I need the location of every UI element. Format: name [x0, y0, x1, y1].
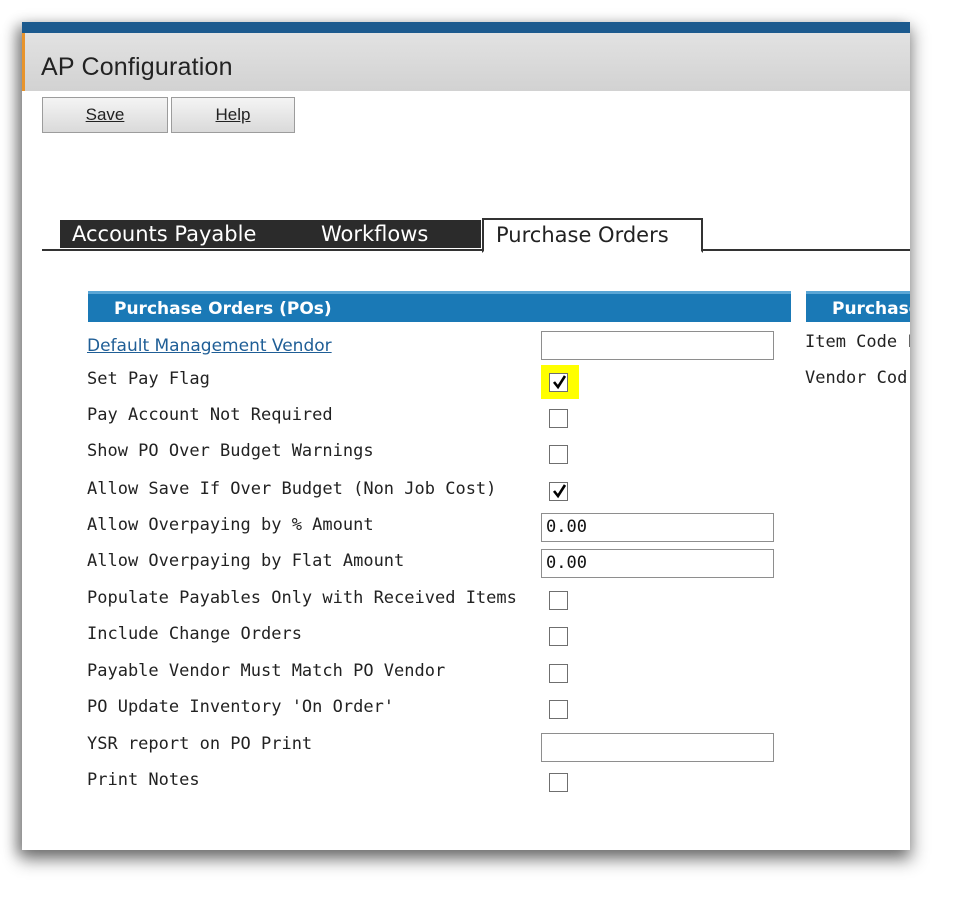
- include-change-orders-label: Include Change Orders: [87, 624, 302, 644]
- allow-save-over-budget-checkbox[interactable]: [549, 482, 568, 501]
- default-management-vendor-field[interactable]: [541, 331, 774, 360]
- allow-save-over-budget-label: Allow Save If Over Budget (Non Job Cost): [87, 479, 497, 499]
- checkmark-icon: [552, 484, 567, 499]
- tab-purchase-orders[interactable]: Purchase Orders: [482, 218, 703, 253]
- po-update-inventory-label: PO Update Inventory 'On Order': [87, 697, 395, 717]
- vendor-code-label: Vendor Cod: [805, 368, 908, 388]
- tab-accounts-payable[interactable]: Accounts Payable: [60, 220, 312, 248]
- item-code-label: Item Code F: [805, 332, 910, 352]
- window-top-bar: [22, 22, 910, 33]
- populate-payables-label: Populate Payables Only with Received Ite…: [87, 588, 517, 608]
- print-notes-label: Print Notes: [87, 770, 200, 790]
- pay-account-not-required-label: Pay Account Not Required: [87, 405, 333, 425]
- show-po-over-budget-warnings-label: Show PO Over Budget Warnings: [87, 441, 374, 461]
- populate-payables-checkbox[interactable]: [549, 591, 568, 610]
- tab-workflows[interactable]: Workflows: [309, 220, 484, 248]
- section-header-purchase-right: Purchase: [806, 291, 910, 322]
- ap-configuration-window: AP Configuration Save Help Accounts Paya…: [22, 22, 910, 850]
- allow-overpaying-percent-field[interactable]: 0.00: [541, 513, 774, 542]
- payable-vendor-match-checkbox[interactable]: [549, 664, 568, 683]
- po-update-inventory-checkbox[interactable]: [549, 700, 568, 719]
- allow-overpaying-percent-label: Allow Overpaying by % Amount: [87, 515, 374, 535]
- ysr-report-po-print-label: YSR report on PO Print: [87, 734, 313, 754]
- save-button[interactable]: Save: [42, 97, 168, 133]
- include-change-orders-checkbox[interactable]: [549, 627, 568, 646]
- allow-overpaying-flat-label: Allow Overpaying by Flat Amount: [87, 551, 405, 571]
- page-title: AP Configuration: [41, 53, 233, 81]
- set-pay-flag-label: Set Pay Flag: [87, 369, 210, 389]
- section-header-purchase-orders: Purchase Orders (POs): [88, 291, 791, 322]
- help-button[interactable]: Help: [171, 97, 295, 133]
- tab-bar-underline: [42, 249, 910, 251]
- ysr-report-po-print-field[interactable]: [541, 733, 774, 762]
- default-management-vendor-link[interactable]: Default Management Vendor: [87, 336, 332, 356]
- allow-overpaying-flat-field[interactable]: 0.00: [541, 549, 774, 578]
- checkmark-icon: [552, 375, 567, 390]
- payable-vendor-match-label: Payable Vendor Must Match PO Vendor: [87, 661, 446, 681]
- pay-account-not-required-checkbox[interactable]: [549, 409, 568, 428]
- print-notes-checkbox[interactable]: [549, 773, 568, 792]
- set-pay-flag-checkbox[interactable]: [549, 373, 568, 392]
- show-po-over-budget-warnings-checkbox[interactable]: [549, 445, 568, 464]
